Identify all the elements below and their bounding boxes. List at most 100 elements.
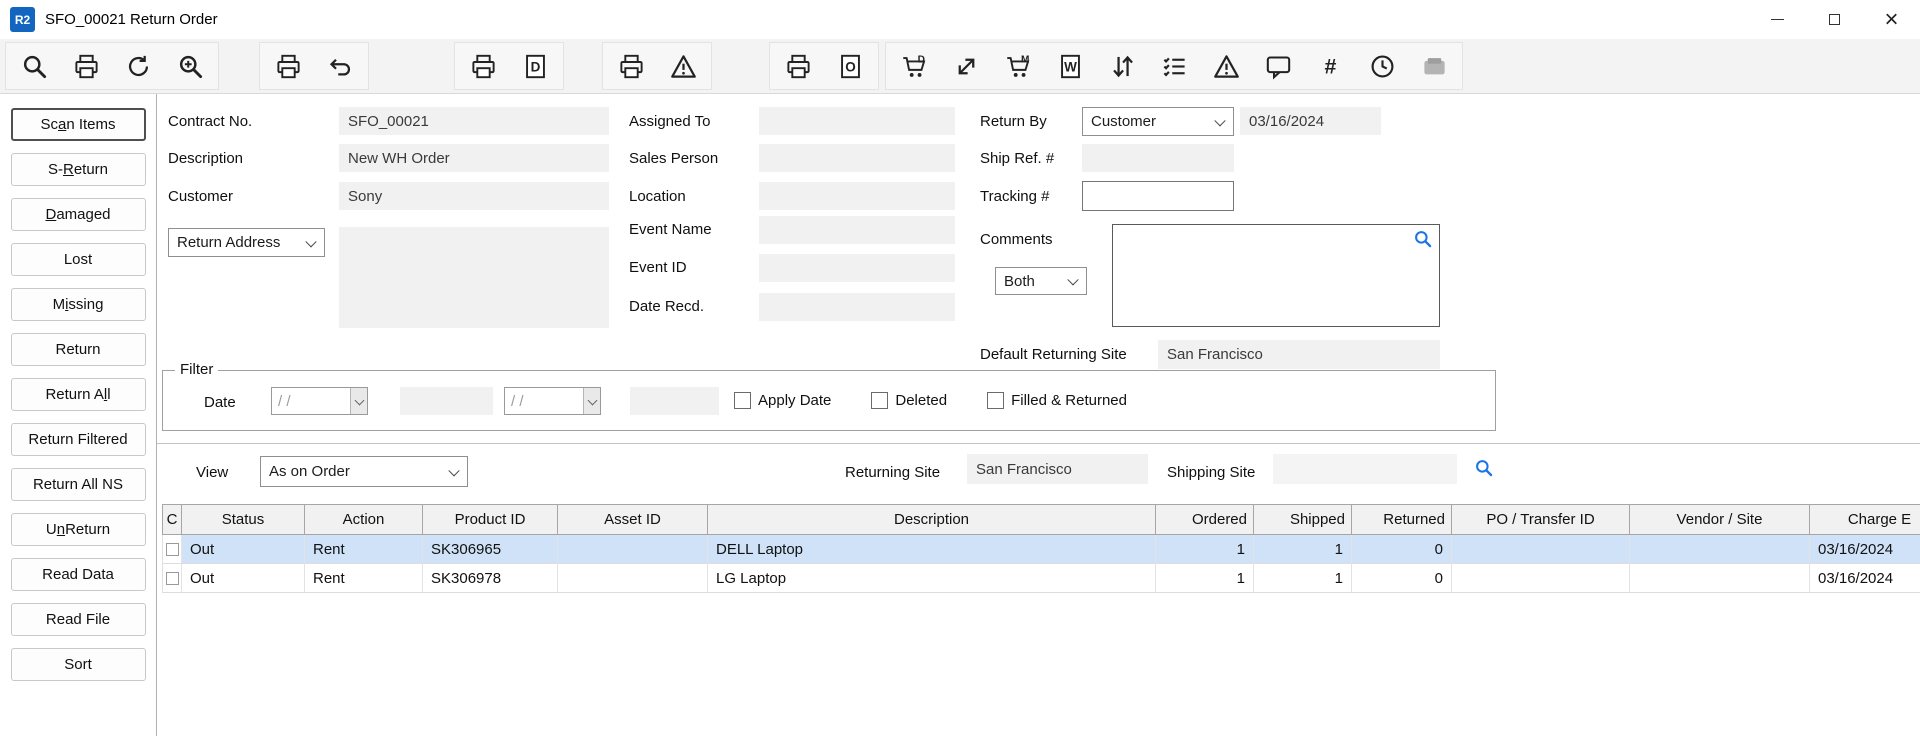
sidebar-button-sort[interactable]: Sort [11,648,146,681]
refresh-button[interactable] [116,46,160,86]
row-checkbox[interactable] [166,572,179,585]
checklist-button[interactable] [1152,46,1196,86]
shipping-site-search-icon[interactable] [1474,458,1494,478]
tracking-input[interactable] [1082,181,1234,211]
print-warning-icon [670,53,697,80]
event-name-field [759,216,955,244]
column-header-returned[interactable]: Returned [1352,505,1452,534]
comments-textarea[interactable] [1112,224,1440,327]
address-type-value: Return Address [177,234,280,251]
column-header-ordered[interactable]: Ordered [1156,505,1254,534]
print-button[interactable] [266,46,310,86]
document-d-button[interactable]: D [513,46,557,86]
expand-icon [953,53,980,80]
cell-product-id: SK306978 [423,564,558,592]
filled-returned-checkbox[interactable]: Filled & Returned [987,392,1127,409]
document-o-button[interactable]: O [828,46,872,86]
column-header-shipped[interactable]: Shipped [1254,505,1352,534]
date-to-input[interactable] [505,388,583,414]
column-header-asset-id[interactable]: Asset ID [558,505,708,534]
toolbar-group: D [454,42,564,90]
sort-button[interactable] [1100,46,1144,86]
column-header-po-transfer-id[interactable]: PO / Transfer ID [1452,505,1630,534]
apply-date-checkbox[interactable]: Apply Date [734,392,831,409]
word-document-button[interactable]: W [1048,46,1092,86]
undo-button[interactable] [318,46,362,86]
comments-search-icon[interactable] [1413,229,1433,249]
cell-shipped: 1 [1254,535,1352,563]
comments-mode-combo[interactable]: Both [995,267,1087,295]
sidebar-button-return-all-ns[interactable]: Return All NS [11,468,146,501]
date-from-input[interactable] [272,388,350,414]
clock-button[interactable] [1360,46,1404,86]
column-header-vendor-site[interactable]: Vendor / Site [1630,505,1810,534]
svg-text:#: # [1324,54,1336,78]
column-header-charge-e[interactable]: Charge E [1810,505,1920,534]
sales-person-field [759,144,955,172]
sidebar-button-unreturn[interactable]: UnReturn [11,513,146,546]
zoom-in-button[interactable] [168,46,212,86]
refresh-icon [125,53,152,80]
print-labels-button[interactable] [64,46,108,86]
sidebar-button-read-file[interactable]: Read File [11,603,146,636]
print-button[interactable] [461,46,505,86]
minimize-button[interactable] [1749,0,1806,39]
checkbox-box[interactable] [734,392,751,409]
undo-icon [327,53,354,80]
expand-button[interactable] [944,46,988,86]
checkbox-box[interactable] [987,392,1004,409]
cart-d-button[interactable]: D [892,46,936,86]
return-by-combo[interactable]: Customer [1082,107,1234,136]
maximize-icon [1829,14,1840,25]
sidebar-button-scan-items[interactable]: Scan Items [11,108,146,141]
returning-site-field: San Francisco [967,454,1148,484]
table-row[interactable]: OutRentSK306978LG Laptop11003/16/2024 [162,564,1920,593]
assigned-to-field [759,107,955,135]
sidebar-button-missing[interactable]: Missing [11,288,146,321]
view-combo[interactable]: As on Order [260,456,468,487]
column-header-c[interactable]: C [163,505,182,534]
row-checkbox[interactable] [166,543,179,556]
column-header-status[interactable]: Status [182,505,305,534]
filter-checkboxes: Apply Date Deleted Filled & Returned [734,392,1127,409]
print-button[interactable] [609,46,653,86]
sidebar-button-read-data[interactable]: Read Data [11,558,146,591]
sidebar-button-s-return[interactable]: S-Return [11,153,146,186]
word-document-icon: W [1057,53,1084,80]
sidebar-button-return-filtered[interactable]: Return Filtered [11,423,146,456]
search-button[interactable] [12,46,56,86]
sidebar-button-damaged[interactable]: Damaged [11,198,146,231]
zoom-in-icon [177,53,204,80]
sidebar-button-return[interactable]: Return [11,333,146,366]
sidebar-button-lost[interactable]: Lost [11,243,146,276]
svg-text:D: D [917,54,924,65]
tracking-label: Tracking # [980,188,1049,206]
checkbox-box[interactable] [871,392,888,409]
close-button[interactable] [1863,0,1920,39]
column-header-description[interactable]: Description [708,505,1156,534]
print-icon [470,53,497,80]
print-button[interactable] [776,46,820,86]
sidebar-button-return-all[interactable]: Return All [11,378,146,411]
titlebar: R2 SFO_00021 Return Order [0,0,1920,39]
date-from-spinner[interactable] [350,388,367,414]
section-divider [157,443,1920,444]
table-row[interactable]: OutRentSK306965DELL Laptop11003/16/2024 [162,535,1920,564]
deleted-checkbox[interactable]: Deleted [871,392,947,409]
print-icon [785,53,812,80]
address-type-combo[interactable]: Return Address [168,228,325,257]
toolbar-group [602,42,712,90]
maximize-button[interactable] [1806,0,1863,39]
return-address-field [339,227,609,328]
date-recd-label: Date Recd. [629,298,704,316]
comment-button[interactable] [1256,46,1300,86]
document-d-icon: D [522,53,549,80]
cart-m-button[interactable]: M [996,46,1040,86]
warning-button[interactable] [1204,46,1248,86]
print-warning-button[interactable] [661,46,705,86]
number-button[interactable]: # [1308,46,1352,86]
column-header-action[interactable]: Action [305,505,423,534]
cell-ordered: 1 [1156,535,1254,563]
date-to-spinner[interactable] [583,388,600,414]
column-header-product-id[interactable]: Product ID [423,505,558,534]
